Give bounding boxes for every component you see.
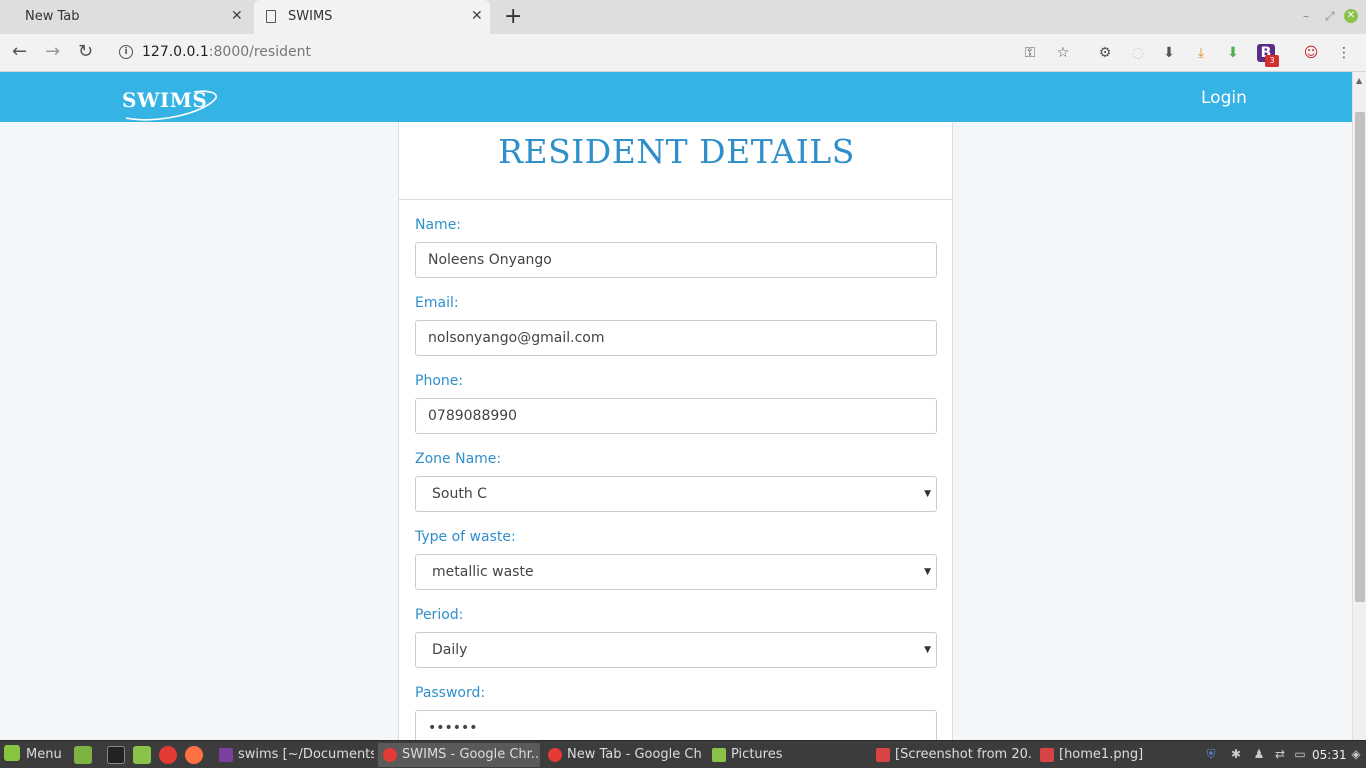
folder-icon [712,748,726,762]
email-field[interactable]: nolsonyango@gmail.com [415,320,937,356]
image-viewer-icon [1040,748,1054,762]
taskbar-window-newtab-chrome[interactable]: New Tab - Google Ch... [543,743,703,767]
shield-tray-icon[interactable]: ⛨ [1203,746,1219,762]
name-field[interactable]: Noleens Onyango [415,242,937,278]
minimize-icon[interactable]: – [1303,9,1309,23]
divider [399,199,952,200]
period-label: Period: [415,607,464,623]
waste-type-value: metallic waste [432,564,534,580]
waste-type-select[interactable]: metallic waste ▼ [415,554,937,590]
window-label: SWIMS - Google Chr... [402,747,540,762]
desktop-icon[interactable] [74,746,92,764]
new-tab-button[interactable]: + [504,4,522,29]
shield-extension-icon[interactable]: ◌ [1129,44,1147,62]
login-link[interactable]: Login [1201,88,1247,108]
site-header: SWIMS Login [0,72,1352,122]
battery-icon[interactable]: ▭ [1292,746,1308,762]
password-label: Password: [415,685,486,701]
waste-type-label: Type of waste: [415,529,516,545]
name-label: Name: [415,217,462,233]
network-icon[interactable]: ⇄ [1272,746,1288,762]
resident-form-card: RESIDENT DETAILS Name: Noleens Onyango E… [398,122,953,740]
address-bar[interactable]: 127.0.0.1:8000/resident [142,44,311,60]
terminal-icon[interactable] [107,746,125,764]
download-icon[interactable]: ⬇ [1160,44,1178,62]
scroll-up-icon[interactable]: ▲ [1356,76,1362,85]
scrollbar-thumb[interactable] [1355,112,1365,602]
chevron-down-icon: ▼ [924,645,931,655]
zone-value: South C [432,486,487,502]
tab-swims[interactable]: SWIMS ✕ [254,0,490,34]
chrome-icon [548,748,562,762]
notification-icon[interactable]: ◈ [1348,746,1364,762]
tab-label: SWIMS [288,9,333,24]
extension-badge: 3 [1265,55,1279,67]
menu-label: Menu [26,747,62,762]
forward-icon[interactable]: → [45,41,60,62]
back-icon[interactable]: ← [12,41,27,62]
name-value: Noleens Onyango [428,252,552,268]
window-label: New Tab - Google Ch... [567,747,703,762]
url-host: 127.0.0.1 [142,44,209,60]
files-icon[interactable] [133,746,151,764]
window-label: swims [~/Documents... [238,747,374,762]
profile-icon[interactable]: ☺ [1302,44,1320,62]
download-green-icon[interactable]: ⬇ [1224,44,1242,62]
start-menu-button[interactable]: Menu [4,741,62,768]
key-icon[interactable]: ⚿ [1021,44,1039,62]
password-value: •••••• [428,720,478,736]
taskbar: Menu swims [~/Documents... SWIMS - Googl… [0,740,1366,768]
menu-dots-icon[interactable]: ⋮ [1335,44,1353,62]
mint-logo-icon [4,745,20,761]
period-value: Daily [432,642,468,658]
chevron-down-icon: ▼ [924,489,931,499]
email-label: Email: [415,295,459,311]
email-value: nolsonyango@gmail.com [428,330,605,346]
taskbar-window-screenshot[interactable]: [Screenshot from 20... [871,743,1031,767]
page-title: RESIDENT DETAILS [498,132,855,171]
page-icon [266,10,276,23]
browser-toolbar: ← → ↻ i 127.0.0.1:8000/resident ⚿ ☆ ⚙ ◌ … [0,34,1366,72]
taskbar-window-phpstorm[interactable]: swims [~/Documents... [214,743,374,767]
chrome-icon [383,748,397,762]
password-field[interactable]: •••••• [415,710,937,740]
chrome-icon[interactable] [159,746,177,764]
taskbar-window-home1[interactable]: [home1.png] [1035,743,1195,767]
extension-icon[interactable]: ⚙ [1096,44,1114,62]
window-close-icon[interactable]: ✕ [1344,9,1358,23]
chevron-down-icon: ▼ [924,567,931,577]
zone-label: Zone Name: [415,451,502,467]
star-icon[interactable]: ☆ [1054,44,1072,62]
phpstorm-icon [219,748,233,762]
site-info-icon[interactable]: i [119,45,133,59]
tab-label: New Tab [25,9,80,24]
firefox-icon[interactable] [185,746,203,764]
zone-select[interactable]: South C ▼ [415,476,937,512]
taskbar-window-pictures[interactable]: Pictures [707,743,867,767]
bluetooth-icon[interactable]: ✱ [1228,746,1244,762]
window-label: [home1.png] [1059,747,1144,762]
tab-close-icon[interactable]: ✕ [471,8,483,24]
page-scrollbar[interactable]: ▲ [1352,72,1366,740]
maximize-icon[interactable]: ⤢ [1325,9,1335,24]
browser-tab-strip: New Tab ✕ SWIMS ✕ + – ⤢ ✕ [0,0,1366,34]
taskbar-window-swims-chrome[interactable]: SWIMS - Google Chr... [378,743,540,767]
user-icon[interactable]: ♟ [1251,746,1267,762]
phone-label: Phone: [415,373,464,389]
phone-field[interactable]: 0789088990 [415,398,937,434]
window-label: Pictures [731,747,783,762]
reload-icon[interactable]: ↻ [78,41,93,62]
download-alt-icon[interactable]: ⤓ [1192,44,1210,62]
tab-new-tab[interactable]: New Tab ✕ [0,0,254,34]
window-label: [Screenshot from 20... [895,747,1031,762]
image-viewer-icon [876,748,890,762]
tab-close-icon[interactable]: ✕ [231,8,243,24]
phone-value: 0789088990 [428,408,518,424]
site-logo[interactable]: SWIMS [122,88,207,112]
url-path: :8000/resident [208,44,311,60]
period-select[interactable]: Daily ▼ [415,632,937,668]
clock[interactable]: 05:31 [1312,741,1347,768]
